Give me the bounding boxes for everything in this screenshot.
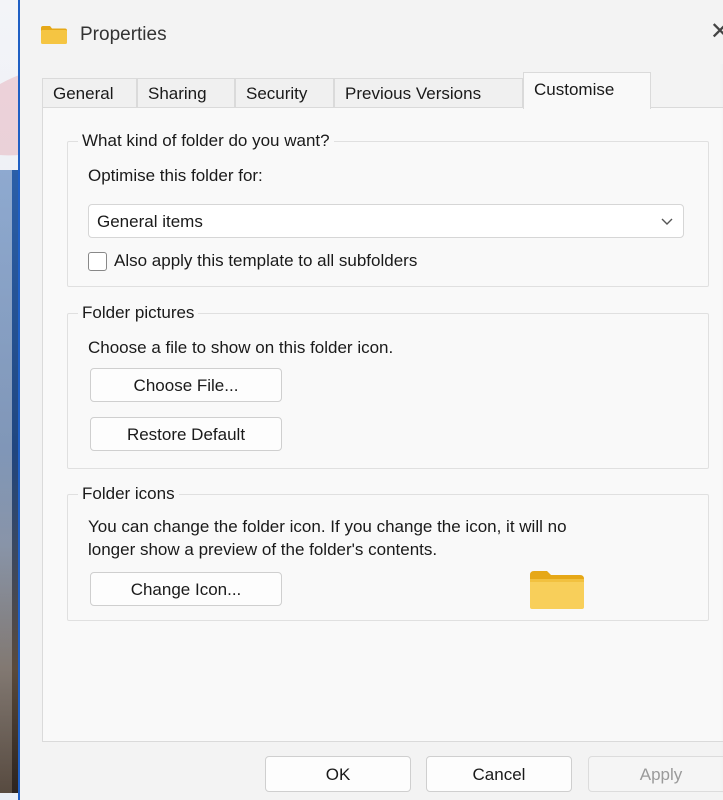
folder-icons-description-line2: longer show a preview of the folder's co… bbox=[88, 540, 438, 559]
tab-label: Sharing bbox=[148, 84, 207, 103]
tab-label: Security bbox=[246, 84, 308, 103]
apply-subfolders-label: Also apply this template to all subfolde… bbox=[114, 251, 418, 270]
properties-dialog: Properties ✕ General Sharing Security Pr… bbox=[18, 0, 723, 800]
window-title: Properties bbox=[80, 24, 167, 45]
folder-icons-description-line1: You can change the folder icon. If you c… bbox=[88, 517, 567, 536]
optimise-dropdown-value: General items bbox=[97, 212, 203, 231]
folder-pictures-legend: Folder pictures bbox=[78, 303, 199, 323]
tab-label: Previous Versions bbox=[345, 84, 482, 103]
folder-pictures-group: Folder pictures Choose a file to show on… bbox=[67, 303, 709, 469]
folder-type-legend: What kind of folder do you want? bbox=[78, 131, 334, 151]
folder-type-group: What kind of folder do you want? Optimis… bbox=[67, 131, 709, 287]
restore-default-button[interactable]: Restore Default bbox=[90, 417, 282, 451]
cancel-button[interactable]: Cancel bbox=[426, 756, 572, 792]
tab-sharing[interactable]: Sharing bbox=[137, 78, 235, 108]
folder-icon bbox=[41, 26, 67, 44]
tab-label: Customise bbox=[534, 80, 615, 99]
folder-icons-legend: Folder icons bbox=[78, 484, 179, 504]
tab-customise[interactable]: Customise bbox=[523, 72, 651, 109]
choose-file-button[interactable]: Choose File... bbox=[90, 368, 282, 402]
ok-button[interactable]: OK bbox=[265, 756, 411, 792]
folder-pictures-description: Choose a file to show on this folder ico… bbox=[88, 338, 394, 357]
chevron-down-icon bbox=[661, 218, 673, 225]
tab-label: General bbox=[53, 84, 114, 103]
optimise-dropdown[interactable]: General items bbox=[88, 204, 684, 238]
title-bar[interactable]: Properties ✕ bbox=[20, 0, 723, 64]
customise-tab-panel: What kind of folder do you want? Optimis… bbox=[42, 107, 723, 742]
apply-subfolders-checkbox[interactable] bbox=[88, 252, 107, 271]
folder-preview-icon bbox=[530, 571, 584, 609]
dialog-footer: OK Cancel Apply bbox=[20, 742, 723, 800]
tab-security[interactable]: Security bbox=[235, 78, 334, 108]
tab-previous-versions[interactable]: Previous Versions bbox=[334, 78, 523, 108]
optimise-label: Optimise this folder for: bbox=[88, 166, 263, 185]
apply-button[interactable]: Apply bbox=[588, 756, 723, 792]
tab-general[interactable]: General bbox=[42, 78, 137, 108]
folder-icons-group: Folder icons You can change the folder i… bbox=[67, 484, 709, 621]
close-icon[interactable]: ✕ bbox=[710, 20, 723, 44]
change-icon-button[interactable]: Change Icon... bbox=[90, 572, 282, 606]
desktop-window-edge-inner bbox=[0, 170, 12, 793]
